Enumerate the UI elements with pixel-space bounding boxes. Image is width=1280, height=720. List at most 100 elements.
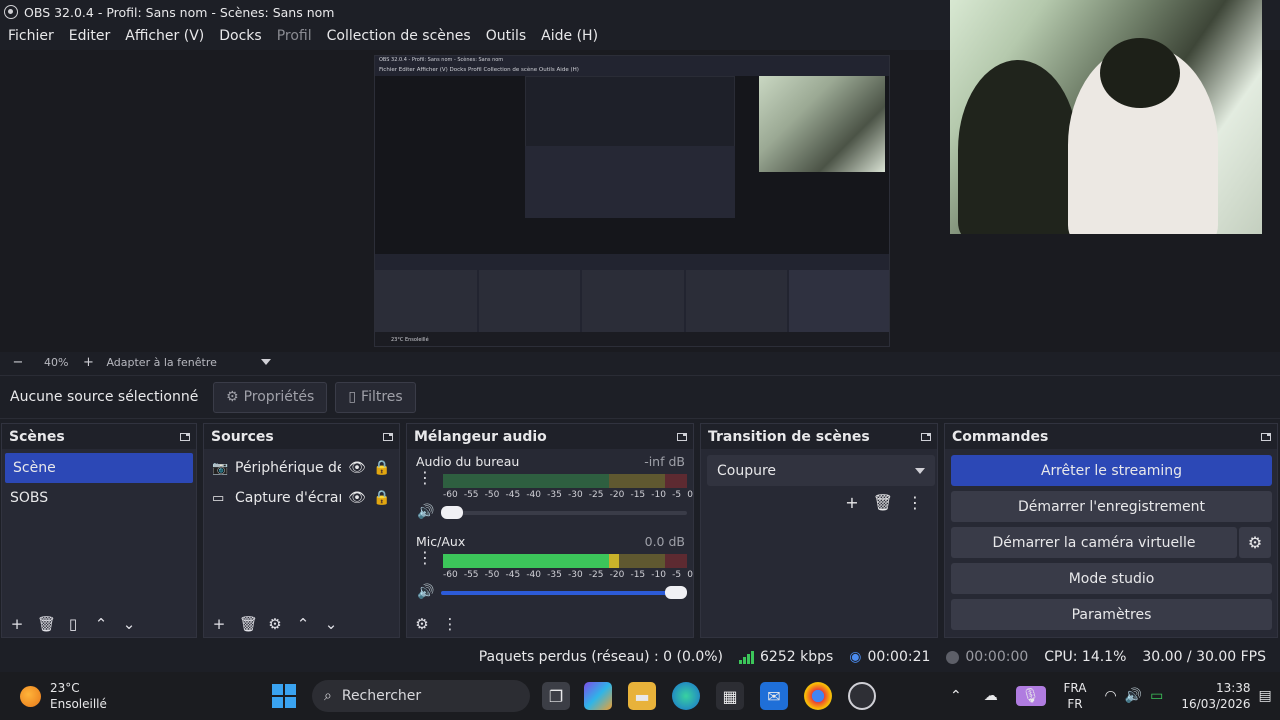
add-icon[interactable]: + [845, 493, 858, 512]
system-tray: ⌃ ☁ 🎙 FRA FR ◠ 🔊 ▭ 13:38 16/03/2026 ▤ [950, 672, 1272, 720]
more-icon[interactable]: ⋮ [417, 470, 433, 486]
scenes-header: Scènes [2, 424, 196, 449]
bitrate-status: 6252 kbps [739, 649, 833, 665]
undock-icon[interactable] [383, 432, 393, 441]
undock-icon[interactable] [677, 432, 687, 441]
mixer-title: Mélangeur audio [414, 428, 547, 445]
source-item[interactable]: ▭ Capture d'écran 👁 🔒 [204, 483, 399, 513]
zoom-in-button[interactable]: + [80, 355, 96, 370]
transition-header: Transition de scènes [701, 424, 937, 449]
transition-dock: Transition de scènes Coupure + 🗑 ⋮ [700, 423, 938, 638]
volume-slider[interactable] [441, 506, 687, 519]
transition-select[interactable]: Coupure [707, 455, 935, 486]
chrome-icon[interactable] [804, 682, 832, 710]
windows-start-icon[interactable] [272, 684, 296, 708]
sources-dock: Sources 📷 Périphérique de c 👁 🔒 ▭ Captur… [203, 423, 400, 638]
meter-zone [665, 554, 687, 568]
meter-zone [665, 474, 687, 488]
transition-tools: + 🗑 ⋮ [845, 493, 923, 512]
virtual-cam-settings-icon[interactable]: ⚙ [1239, 527, 1271, 558]
more-icon[interactable]: ⋮ [417, 550, 433, 566]
eye-icon[interactable]: 👁 [348, 460, 366, 476]
chevron-up-icon[interactable]: ⌃ [950, 688, 962, 704]
weather-temp: 23°C [50, 681, 80, 695]
undock-icon[interactable] [180, 432, 190, 441]
stop-streaming-button[interactable]: Arrêter le streaming [951, 455, 1272, 486]
menu-profil[interactable]: Profil [277, 28, 312, 44]
chevron-up-icon[interactable]: ⌃ [93, 615, 109, 633]
lock-icon[interactable]: 🔒 [373, 460, 391, 476]
scene-item[interactable]: Scène [5, 453, 193, 483]
language-indicator[interactable]: FRA FR [1064, 680, 1087, 712]
chevron-up-icon[interactable]: ⌃ [295, 615, 311, 633]
speaker-icon[interactable]: 🔊 [417, 584, 434, 600]
rec-time: 00:00:00 [965, 649, 1029, 665]
studio-mode-button[interactable]: Mode studio [951, 563, 1272, 594]
microphone-icon[interactable]: 🎙 [1015, 686, 1046, 706]
meter-zone [608, 474, 666, 488]
task-view-icon[interactable]: ❐ [542, 682, 570, 710]
clock[interactable]: 13:38 16/03/2026 [1181, 680, 1250, 712]
weather-widget[interactable]: 23°C Ensoleillé [20, 680, 107, 712]
eye-icon[interactable]: 👁 [348, 490, 366, 506]
gear-icon[interactable]: ⚙ [267, 615, 283, 633]
slider-knob[interactable] [441, 506, 463, 519]
windows-taskbar: 23°C Ensoleillé ⌕ Rechercher ❐ ▬ ▦ ✉ ⌃ ☁… [0, 672, 1280, 720]
meter-zone [443, 474, 609, 488]
undock-icon[interactable] [921, 432, 931, 441]
zoom-out-button[interactable]: − [10, 355, 26, 370]
store-icon[interactable]: ▦ [716, 682, 744, 710]
chevron-down-icon[interactable]: ⌄ [121, 615, 137, 633]
nested-docks [375, 270, 889, 336]
volume-slider[interactable] [441, 586, 687, 599]
zoom-mode-select[interactable]: Adapter à la fenêtre [106, 356, 272, 369]
record-dot-icon [946, 650, 960, 664]
clock-time: 13:38 [1215, 681, 1251, 695]
source-item[interactable]: 📷 Périphérique de c 👁 🔒 [204, 453, 399, 483]
meter-ticks: -60 -55 -50 -45 -40 -35 -30 -25 -20 -15 -10 -5 0 [443, 570, 693, 580]
trash-icon[interactable]: 🗑 [873, 493, 893, 512]
gear-icon: ⚙ [226, 389, 239, 405]
volume-icon[interactable]: 🔊 [1125, 688, 1142, 704]
settings-button[interactable]: Paramètres [951, 599, 1272, 630]
undock-icon[interactable] [1261, 432, 1271, 441]
menu-outils[interactable]: Outils [486, 28, 526, 44]
more-icon[interactable]: ⋮ [907, 493, 923, 512]
edge-icon[interactable] [672, 682, 700, 710]
lock-icon[interactable]: 🔒 [373, 490, 391, 506]
start-recording-button[interactable]: Démarrer l'enregistrement [951, 491, 1272, 522]
menu-docks[interactable]: Docks [219, 28, 261, 44]
notification-icon[interactable]: ▤ [1259, 688, 1272, 704]
filter-icon[interactable]: ▯ [65, 615, 81, 633]
properties-button[interactable]: ⚙ Propriétés [213, 381, 328, 413]
menu-fichier[interactable]: Fichier [8, 28, 54, 44]
bitrate-value: 6252 kbps [760, 649, 834, 665]
slider-knob[interactable] [665, 586, 687, 599]
add-icon[interactable]: + [211, 615, 227, 633]
menu-editer[interactable]: Editer [69, 28, 110, 44]
commands-dock: Commandes Arrêter le streaming Démarrer … [944, 423, 1278, 638]
m365-copilot-icon[interactable] [584, 682, 612, 710]
taskbar-search[interactable]: ⌕ Rechercher [312, 680, 530, 712]
trash-icon[interactable]: 🗑 [37, 615, 56, 633]
chevron-down-icon[interactable]: ⌄ [323, 615, 339, 633]
menu-aide[interactable]: Aide (H) [541, 28, 598, 44]
advanced-audio-icon[interactable]: ⚙ [414, 615, 430, 633]
scene-item[interactable]: SOBS [2, 483, 196, 513]
more-icon[interactable]: ⋮ [442, 615, 458, 633]
trash-icon[interactable]: 🗑 [239, 615, 258, 633]
start-virtual-cam-button[interactable]: Démarrer la caméra virtuelle [951, 527, 1237, 558]
outlook-icon[interactable]: ✉ [760, 682, 788, 710]
filters-button[interactable]: ▯ Filtres [335, 381, 416, 413]
speaker-icon[interactable]: 🔊 [417, 504, 434, 520]
menu-collection[interactable]: Collection de scènes [327, 28, 471, 44]
obs-taskbar-icon[interactable] [848, 682, 876, 710]
add-icon[interactable]: + [9, 615, 25, 633]
camera-icon: 📷 [212, 460, 229, 476]
menu-afficher[interactable]: Afficher (V) [125, 28, 204, 44]
onedrive-icon[interactable]: ☁ [984, 688, 998, 704]
battery-icon[interactable]: ▭ [1150, 688, 1163, 704]
commands-header: Commandes [945, 424, 1277, 449]
wifi-icon[interactable]: ◠ [1104, 688, 1116, 704]
file-explorer-icon[interactable]: ▬ [628, 682, 656, 710]
